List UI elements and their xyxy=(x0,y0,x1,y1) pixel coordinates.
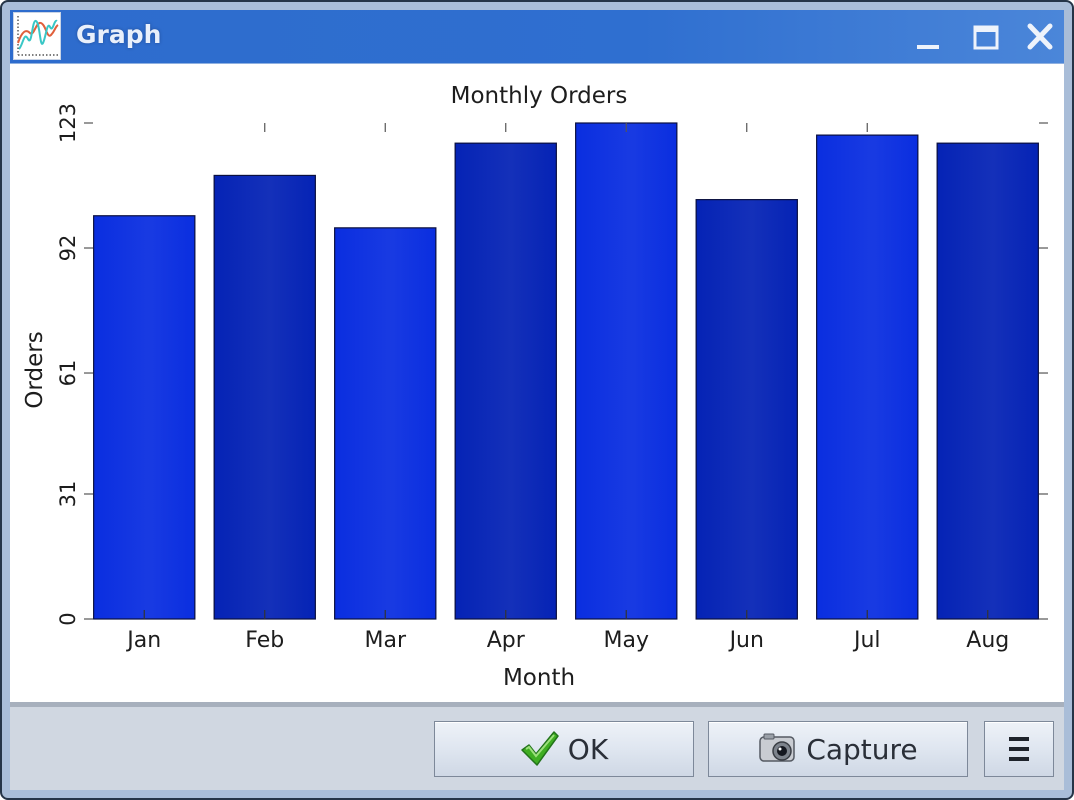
x-axis-label: Month xyxy=(503,665,575,691)
y-tick-label: 0 xyxy=(56,612,80,625)
bar-mar xyxy=(334,227,437,620)
close-icon xyxy=(1027,23,1053,50)
maximize-icon xyxy=(973,25,999,50)
bar-apr xyxy=(454,142,557,620)
bar-jun xyxy=(695,199,798,620)
x-tick-label: May xyxy=(604,628,649,653)
x-tick-label: Jan xyxy=(125,628,161,653)
chart-area: 0 31 61 92 123 Jan Feb Mar Apr May Jun Jul Aug Month… xyxy=(10,64,1064,702)
y-tick-label: 31 xyxy=(56,481,80,508)
menu-button[interactable] xyxy=(984,721,1054,777)
bar-feb xyxy=(213,174,316,620)
ok-button[interactable]: OK xyxy=(434,721,694,777)
x-tick-label: Aug xyxy=(966,628,1009,653)
maximize-button[interactable] xyxy=(970,22,1002,52)
camera-icon xyxy=(758,731,798,767)
capture-label: Capture xyxy=(806,732,918,766)
bar-may xyxy=(575,122,678,620)
x-tick-label: Feb xyxy=(245,628,284,653)
button-bar: OK Capture xyxy=(10,707,1064,790)
y-axis-label: Orders xyxy=(22,331,48,408)
line-graph-icon xyxy=(13,12,61,60)
ok-label: OK xyxy=(567,732,609,766)
y-tick-label: 61 xyxy=(56,360,80,387)
checkmark-icon xyxy=(520,730,560,768)
x-tick-label: Apr xyxy=(487,628,526,653)
bar-jul xyxy=(816,134,919,620)
capture-button[interactable]: Capture xyxy=(708,721,968,777)
chart-title: Monthly Orders xyxy=(451,83,628,109)
bar-jan xyxy=(93,215,196,620)
x-tick-label: Mar xyxy=(364,628,406,653)
title-bar[interactable]: Graph xyxy=(10,10,1064,64)
y-tick-label: 123 xyxy=(56,103,80,143)
window-title: Graph xyxy=(76,20,162,49)
minimize-button[interactable] xyxy=(912,22,944,52)
y-tick-label: 92 xyxy=(56,235,80,262)
minimize-icon xyxy=(917,45,939,49)
bar-chart: 0 31 61 92 123 Jan Feb Mar Apr May Jun Jul Aug Month… xyxy=(22,83,1048,691)
x-tick-label: Jun xyxy=(728,628,764,653)
graph-window: Graph 0 31 61 92 123 Jan Feb Mar Apr May Jun Jul Aug… xyxy=(0,0,1074,800)
bars xyxy=(93,122,1039,620)
bar-aug xyxy=(936,142,1039,620)
x-tick-label: Jul xyxy=(852,628,881,653)
close-button[interactable] xyxy=(1024,22,1056,52)
hamburger-menu-icon xyxy=(1008,736,1030,762)
